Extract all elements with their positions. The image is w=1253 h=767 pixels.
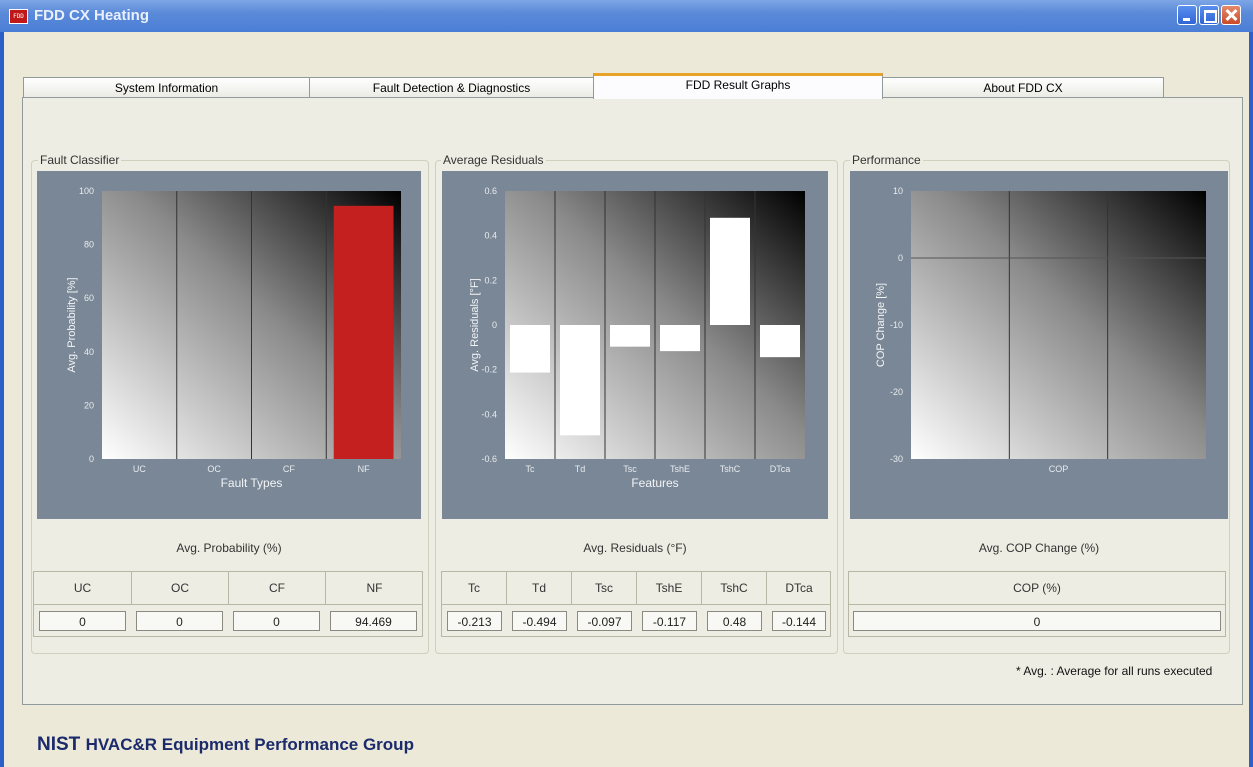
table-divider (34, 604, 422, 605)
window-border-right (1249, 32, 1253, 767)
tab-about-fdd-cx[interactable]: About FDD CX (882, 77, 1164, 97)
y-tick-label: 0.4 (484, 231, 497, 241)
value-field-dtca[interactable]: -0.144 (772, 611, 826, 631)
table-header-uc: UC (34, 572, 132, 604)
footnote: * Avg. : Average for all runs executed (1016, 664, 1213, 678)
value-field-nf[interactable]: 94.469 (330, 611, 417, 631)
x-tick-label: TshE (670, 464, 690, 474)
table-header-tshc: TshC (702, 572, 767, 604)
app-icon: FDD (9, 9, 28, 24)
title-bar: FDD FDD CX Heating (0, 0, 1253, 32)
x-tick-label: COP (1049, 464, 1069, 474)
bar (760, 325, 800, 358)
table-divider (849, 604, 1225, 605)
y-tick-label: -10 (890, 320, 903, 330)
y-tick-label: -30 (890, 454, 903, 464)
brand-group-name: HVAC&R Equipment Performance Group (85, 735, 414, 754)
x-tick-label: OC (207, 464, 221, 474)
y-tick-label: -0.4 (481, 409, 497, 419)
average-residuals-chart: -0.6 -0.4 -0.2 0 0.2 0.4 0.6 Tc Td Tsc TshE TshC DTc… (442, 171, 828, 519)
y-tick-label: 80 (84, 240, 94, 250)
performance-caption: Avg. COP Change (%) (978, 541, 1100, 555)
maximize-button[interactable] (1199, 5, 1219, 25)
table-header-nf: NF (366, 581, 383, 595)
x-tick-label: CF (283, 464, 295, 474)
y-tick-label: 20 (84, 400, 94, 410)
brand-nist: NIST (37, 734, 81, 755)
y-tick-label: -20 (890, 387, 903, 397)
value-field-cop[interactable]: 0 (853, 611, 1221, 631)
x-tick-label: NF (358, 464, 370, 474)
average-residuals-table: Tc Td Tsc TshE TshC DTca -0.213 -0.494 -… (441, 571, 831, 637)
x-tick-label: Tsc (623, 464, 637, 474)
value-field-tshc[interactable]: 0.48 (707, 611, 762, 631)
tab-fault-detection-diagnostics[interactable]: Fault Detection & Diagnostics (309, 77, 594, 97)
value-field-tsc[interactable]: -0.097 (577, 611, 632, 631)
fault-classifier-chart: 0 20 40 60 80 100 UC OC CF NF Fault Types Avg. Prob… (37, 171, 421, 519)
table-header-td: Td (507, 572, 572, 604)
window-title: FDD CX Heating (34, 7, 150, 24)
performance-chart: -30 -20 -10 0 10 COP COP Change [%] (850, 171, 1228, 519)
y-tick-label: 10 (893, 186, 903, 196)
performance-table: COP (%) 0 (848, 571, 1226, 637)
performance-title: Performance (850, 153, 923, 167)
table-header-oc: OC (132, 572, 229, 604)
table-header-dtca: DTca (785, 581, 813, 595)
table-header-cf: CF (229, 572, 326, 604)
y-tick-label: 0 (898, 253, 903, 263)
x-tick-label: DTca (770, 464, 791, 474)
x-axis-label: Features (631, 476, 678, 490)
y-axis-label: Avg. Probability [%] (66, 277, 78, 372)
value-field-uc[interactable]: 0 (39, 611, 126, 631)
average-residuals-caption: Avg. Residuals (°F) (583, 541, 687, 555)
table-divider (442, 604, 830, 605)
performance-chart-svg: -30 -20 -10 0 10 COP COP Change [%] (875, 186, 1206, 474)
y-tick-label: -0.2 (481, 365, 497, 375)
x-tick-label: Td (575, 464, 586, 474)
fault-classifier-table: UC OC CF NF 0 0 0 94.469 (33, 571, 423, 637)
x-tick-label: Tc (526, 464, 536, 474)
x-tick-label: UC (133, 464, 146, 474)
value-field-tc[interactable]: -0.213 (447, 611, 502, 631)
table-header-tshe: TshE (637, 572, 702, 604)
bar (610, 325, 650, 347)
plot-area (911, 191, 1206, 459)
average-residuals-title: Average Residuals (441, 153, 546, 167)
close-button[interactable] (1221, 5, 1241, 25)
value-field-oc[interactable]: 0 (136, 611, 223, 631)
y-tick-label: 100 (79, 186, 94, 196)
bar (710, 217, 750, 325)
bar (560, 325, 600, 436)
bar (510, 325, 550, 373)
fault-classifier-caption: Avg. Probability (%) (176, 541, 282, 555)
tab-fdd-result-graphs[interactable]: FDD Result Graphs (593, 73, 883, 99)
table-header-tc: Tc (442, 572, 507, 604)
fault-classifier-chart-svg: 0 20 40 60 80 100 UC OC CF NF Fault Types Avg. Prob… (66, 186, 401, 490)
fault-classifier-title: Fault Classifier (38, 153, 122, 167)
bar (660, 325, 700, 352)
bar (333, 205, 394, 459)
minimize-button[interactable] (1177, 5, 1197, 25)
y-axis-label: COP Change [%] (875, 283, 887, 367)
value-field-tshe[interactable]: -0.117 (642, 611, 697, 631)
tab-system-information[interactable]: System Information (23, 77, 310, 97)
y-axis-label: Avg. Residuals [°F] (469, 278, 481, 371)
y-tick-label: 40 (84, 347, 94, 357)
y-tick-label: 60 (84, 293, 94, 303)
brand-footer: NIST HVAC&R Equipment Performance Group (37, 734, 414, 756)
x-tick-label: TshC (720, 464, 741, 474)
value-field-cf[interactable]: 0 (233, 611, 320, 631)
value-field-td[interactable]: -0.494 (512, 611, 567, 631)
y-tick-label: 0.6 (484, 186, 497, 196)
y-tick-label: 0 (492, 320, 497, 330)
x-axis-label: Fault Types (221, 476, 283, 490)
average-residuals-chart-svg: -0.6 -0.4 -0.2 0 0.2 0.4 0.6 Tc Td Tsc TshE TshC DTc… (469, 186, 805, 490)
y-tick-label: -0.6 (481, 454, 497, 464)
y-tick-label: 0.2 (484, 275, 497, 285)
window-border-left (0, 32, 4, 767)
table-header-cop: COP (%) (1013, 581, 1061, 595)
table-header-tsc: Tsc (572, 572, 637, 604)
y-tick-label: 0 (89, 454, 94, 464)
